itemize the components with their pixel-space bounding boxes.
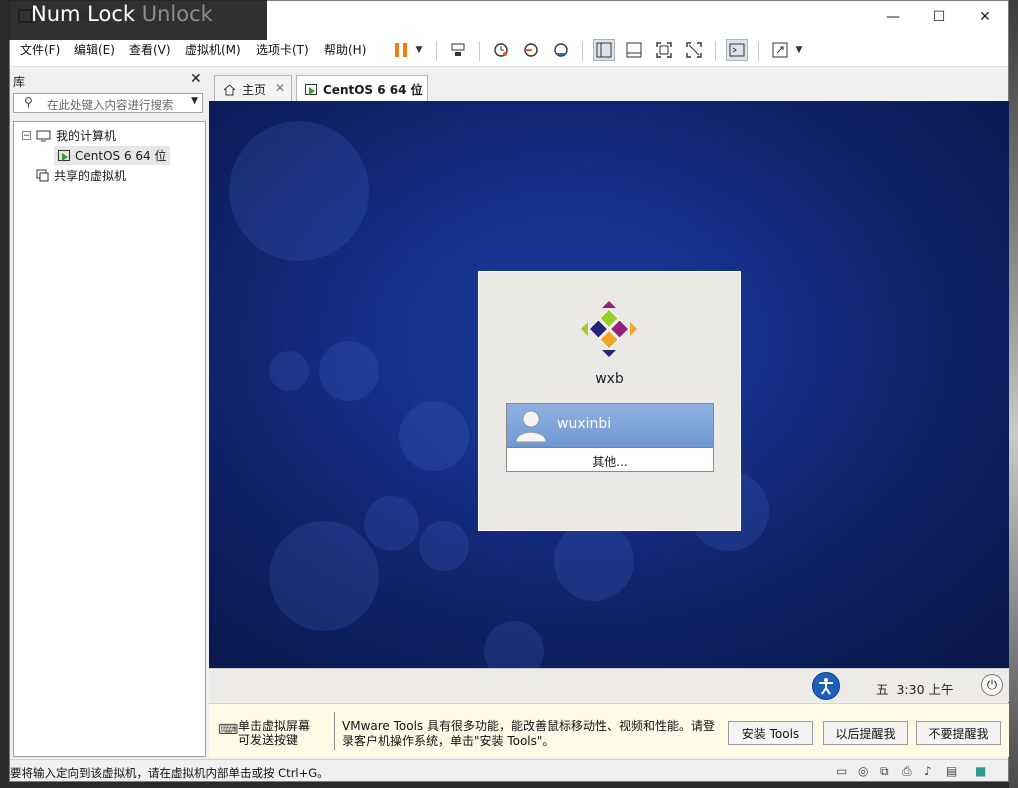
vmware-window: rkstation — ☐ ✕ 文件(F) 编辑(E) 查看(V) 虚拟机(M)…	[9, 0, 1010, 782]
menu-tabs[interactable]: 选项卡(T)	[256, 41, 309, 58]
numlock-state: Unlock	[141, 2, 213, 26]
cd-rom-icon[interactable]: ◎	[858, 764, 868, 778]
library-search-input[interactable]: ⚲ 在此处键入内容进行搜索 ▼	[13, 93, 203, 113]
background-bokeh	[484, 621, 544, 668]
library-header: 库 ✕	[10, 68, 209, 90]
background-bokeh	[319, 341, 379, 401]
dont-remind-button[interactable]: 不要提醒我	[916, 721, 1001, 745]
toolbar-separator	[436, 41, 437, 61]
accessibility-icon[interactable]	[812, 672, 840, 700]
numlock-label: Num Lock	[31, 2, 136, 26]
keyboard-click-icon: ⌨	[218, 722, 239, 738]
desktop-background-strip	[1009, 0, 1018, 788]
tab-centos-label: CentOS 6 64 位	[323, 83, 423, 97]
hint-click-label: 单击虚拟屏幕 可发送按键	[238, 719, 311, 747]
toolbar-separator	[479, 41, 480, 61]
shared-vms-icon	[36, 169, 49, 182]
snapshot-manager-icon[interactable]	[550, 39, 572, 61]
tab-home-close-icon[interactable]: ✕	[275, 81, 285, 95]
show-library-icon[interactable]	[593, 39, 615, 61]
vm-running-icon	[305, 84, 317, 95]
background-bokeh	[269, 521, 379, 631]
network-icon[interactable]: ⧉	[880, 764, 889, 779]
revert-snapshot-icon[interactable]	[520, 39, 542, 61]
close-button[interactable]: ✕	[962, 1, 1008, 33]
hint-message: VMware Tools 具有很多功能，能改善鼠标移动性、视频和性能。请登录客户…	[342, 719, 715, 748]
tree-item-shared-vms[interactable]: 共享的虚拟机	[36, 167, 126, 184]
menu-help[interactable]: 帮助(H)	[324, 41, 366, 58]
toolbar-separator	[582, 41, 583, 61]
remind-later-button[interactable]: 以后提醒我	[823, 721, 908, 745]
pause-icon[interactable]	[388, 39, 414, 61]
tree-label-centos-vm: CentOS 6 64 位	[75, 149, 167, 163]
tab-home[interactable]: 主页 ✕	[214, 75, 292, 103]
library-tree: − 我的计算机 CentOS 6 64 位 共享的虚拟机	[13, 121, 206, 757]
status-text: 要将输入定向到该虚拟机，请在虚拟机内部单击或按 Ctrl+G。	[10, 766, 329, 780]
sound-icon[interactable]: ♪	[924, 764, 932, 778]
snapshot-icon[interactable]	[490, 39, 512, 61]
user-avatar-icon	[515, 410, 547, 443]
background-bokeh	[399, 401, 469, 471]
collapse-icon[interactable]: −	[22, 131, 31, 141]
tree-label-my-computer: 我的计算机	[56, 129, 117, 143]
background-bokeh	[364, 496, 419, 551]
menu-edit[interactable]: 编辑(E)	[74, 41, 115, 58]
tab-centos-close-icon[interactable]: ✕	[411, 81, 421, 95]
menu-vm[interactable]: 虚拟机(M)	[185, 41, 241, 58]
numlock-osd: Num Lock Unlock	[9, 0, 267, 40]
stretch-guest-icon[interactable]	[769, 39, 791, 61]
minimize-button[interactable]: —	[870, 1, 916, 33]
unity-mode-icon[interactable]	[683, 39, 705, 61]
hint-divider	[334, 712, 335, 750]
message-log-icon[interactable]: ■	[975, 764, 986, 778]
vm-console[interactable]: wxb wuxinbi 其他...	[209, 101, 1010, 668]
stretch-dropdown-icon[interactable]: ▼	[792, 39, 806, 61]
thumbnail-bar-icon[interactable]	[623, 39, 645, 61]
vmware-tools-hint-bar: ⌨ 单击虚拟屏幕 可发送按键 VMware Tools 具有很多功能，能改善鼠标…	[209, 703, 1010, 757]
pause-dropdown-icon[interactable]: ▼	[412, 39, 426, 61]
menu-file[interactable]: 文件(F)	[20, 41, 60, 58]
user-list: wuxinbi 其他...	[506, 403, 714, 472]
tree-label-shared-vms: 共享的虚拟机	[54, 169, 127, 183]
computer-icon	[36, 130, 51, 141]
power-icon[interactable]: ⏻	[981, 674, 1003, 696]
console-view-icon[interactable]	[726, 39, 748, 61]
tree-item-my-computer[interactable]: − 我的计算机	[22, 127, 116, 144]
status-bar: 要将输入定向到该虚拟机，请在虚拟机内部单击或按 Ctrl+G。 ▭ ◎ ⧉ ⎙ …	[10, 759, 1008, 781]
display-icon[interactable]: ▤	[946, 764, 957, 778]
guest-panel: 五 3:30 上午 ⏻	[209, 668, 1010, 702]
user-item-wuxinbi[interactable]: wuxinbi	[507, 404, 713, 448]
tab-centos[interactable]: CentOS 6 64 位 ✕	[296, 75, 428, 103]
tab-bar: 主页 ✕ CentOS 6 64 位 ✕	[212, 73, 1008, 103]
full-screen-icon[interactable]	[653, 39, 675, 61]
centos-logo-icon	[581, 301, 637, 357]
background-bokeh	[229, 121, 369, 261]
background-bokeh	[419, 521, 469, 571]
background-bokeh	[269, 351, 309, 391]
guest-clock: 五 3:30 上午	[876, 682, 954, 697]
install-tools-button[interactable]: 安装 Tools	[728, 721, 813, 745]
tab-home-label: 主页	[242, 83, 267, 97]
toolbar-separator	[715, 41, 716, 61]
gdm-login-dialog: wxb wuxinbi 其他...	[478, 271, 741, 531]
hard-disk-icon[interactable]: ▭	[836, 764, 847, 778]
menu-view[interactable]: 查看(V)	[129, 41, 171, 58]
maximize-button[interactable]: ☐	[916, 1, 962, 33]
hostname-label: wxb	[595, 371, 624, 387]
other-user-item[interactable]: 其他...	[507, 453, 713, 470]
toolbar-separator	[758, 41, 759, 61]
printer-icon[interactable]: ⎙	[902, 764, 912, 779]
vm-running-icon	[58, 150, 70, 161]
search-icon: ⚲	[24, 95, 33, 109]
tree-item-centos-vm[interactable]: CentOS 6 64 位	[54, 146, 171, 165]
library-close-icon[interactable]: ✕	[190, 71, 202, 87]
home-icon	[223, 83, 236, 95]
username-label: wuxinbi	[557, 416, 612, 432]
send-ctrl-alt-del-icon[interactable]	[447, 39, 469, 61]
search-placeholder: 在此处键入内容进行搜索	[47, 98, 174, 112]
background-bokeh	[554, 521, 634, 601]
search-dropdown-icon[interactable]: ▼	[191, 96, 198, 106]
library-title: 库	[13, 75, 26, 89]
